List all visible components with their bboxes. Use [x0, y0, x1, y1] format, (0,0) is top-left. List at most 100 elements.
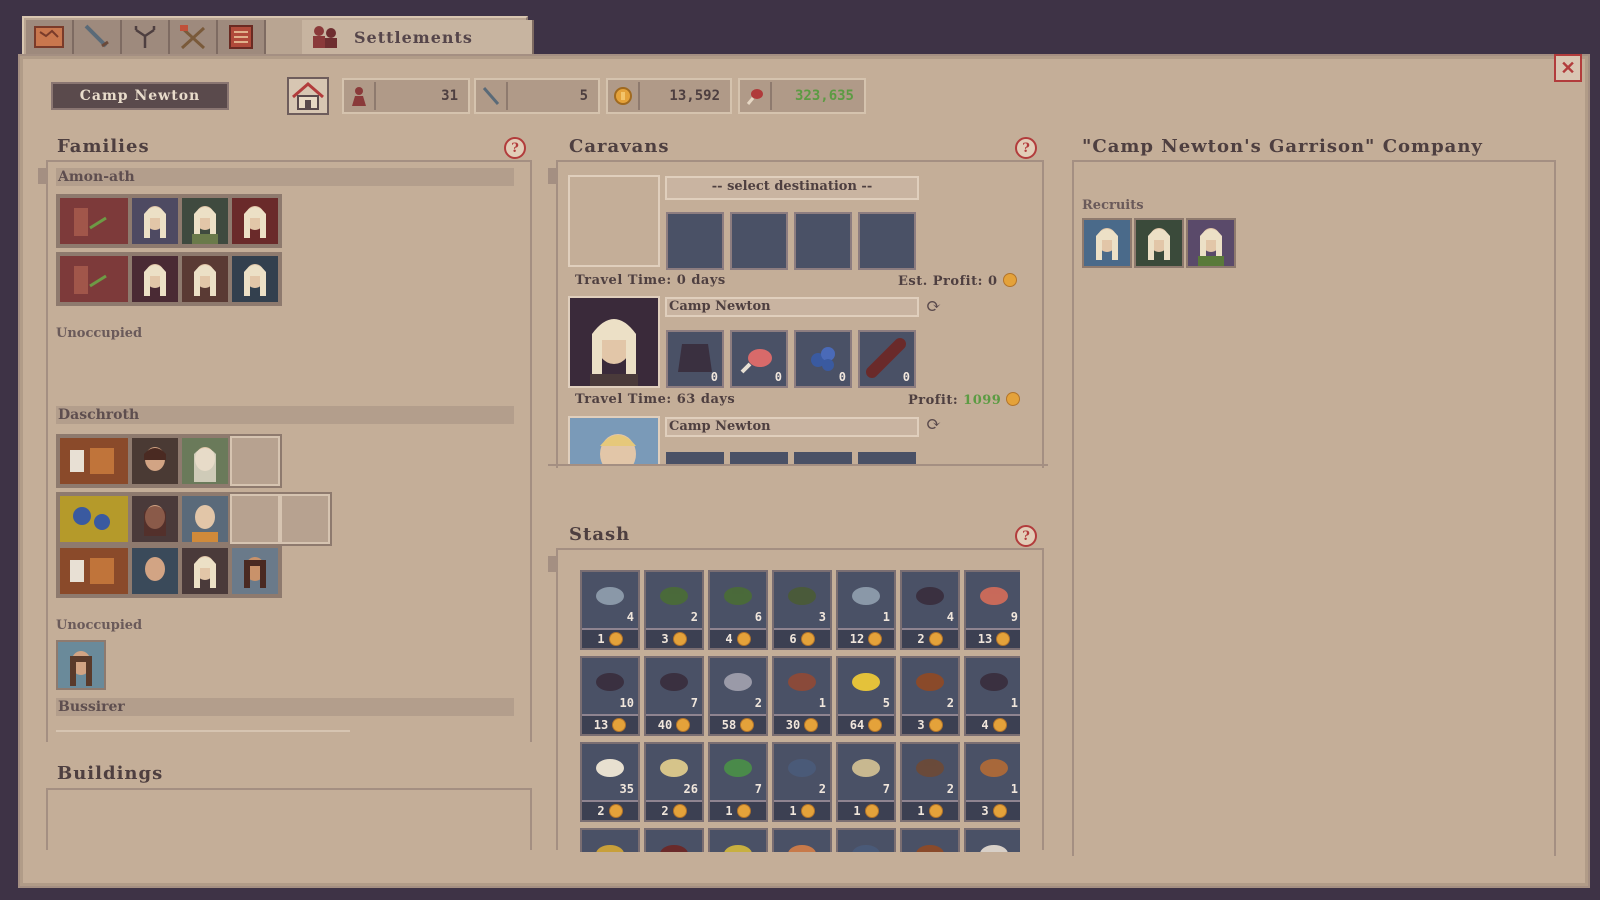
stash-item-price: 3: [902, 714, 958, 734]
stash-item[interactable]: [836, 828, 896, 852]
unoccupied-villager-portrait[interactable]: [56, 640, 106, 690]
coin-icon: [608, 632, 623, 646]
cargo-slot[interactable]: [858, 212, 916, 270]
cargo-count: 0: [838, 370, 846, 384]
settlement-name[interactable]: Camp Newton: [51, 82, 229, 110]
stash-item[interactable]: [708, 828, 768, 852]
tab-combat[interactable]: [74, 20, 122, 54]
villager-portrait[interactable]: [230, 254, 280, 304]
silver-ingot-icon: [724, 673, 752, 691]
stash-item-count: 5: [882, 696, 890, 710]
villager-portrait[interactable]: [130, 494, 180, 544]
tab-tree[interactable]: [122, 20, 170, 54]
families-scrollbar[interactable]: [38, 168, 46, 184]
villager-portrait[interactable]: [230, 546, 280, 596]
stash-item[interactable]: 10 13: [580, 656, 640, 736]
coin-icon: [992, 718, 1007, 732]
soldiers-value: 5: [579, 88, 588, 104]
cargo-slot[interactable]: 0: [858, 330, 916, 388]
villager-portrait[interactable]: [130, 546, 180, 596]
house-slot[interactable]: [58, 546, 130, 596]
house-slot[interactable]: [58, 196, 130, 246]
stash-item[interactable]: 36: [772, 570, 832, 650]
villager-portrait[interactable]: [180, 546, 230, 596]
stash-item[interactable]: 2 58: [708, 656, 768, 736]
stash-item[interactable]: [900, 828, 960, 852]
caravans-bottom-border: [548, 464, 1048, 466]
stash-item[interactable]: 41: [580, 570, 640, 650]
villager-portrait[interactable]: [130, 196, 180, 246]
recruit-portrait[interactable]: [1134, 218, 1184, 268]
empty-slot[interactable]: [230, 494, 280, 544]
cargo-slot[interactable]: [666, 212, 724, 270]
house-slot[interactable]: [58, 494, 130, 544]
empty-slot[interactable]: [280, 494, 330, 544]
stash-item[interactable]: 21: [772, 742, 832, 822]
stash-item[interactable]: 71: [836, 742, 896, 822]
recruit-portrait[interactable]: [1082, 218, 1132, 268]
stash-item[interactable]: 1 30: [772, 656, 832, 736]
cargo-slot[interactable]: [794, 212, 852, 270]
empty-slot[interactable]: [230, 436, 280, 486]
stash-item[interactable]: [644, 828, 704, 852]
stash-item[interactable]: 26 2: [644, 742, 704, 822]
villager-portrait[interactable]: [180, 494, 230, 544]
refresh-icon[interactable]: ⟳: [926, 414, 941, 435]
tab-ledger[interactable]: [218, 20, 266, 54]
cargo-slot[interactable]: 0: [666, 330, 724, 388]
rope-icon: [852, 759, 880, 777]
stash-item[interactable]: [772, 828, 832, 852]
tab-settlements[interactable]: Settlements: [302, 20, 534, 54]
fish-icon: [660, 587, 688, 605]
cargo-slot[interactable]: [858, 452, 916, 464]
families-help-button[interactable]: ?: [504, 137, 526, 159]
caravans-scrollbar[interactable]: [548, 168, 556, 184]
home-button[interactable]: [287, 77, 329, 115]
villager-portrait[interactable]: [130, 254, 180, 304]
caravan-destination[interactable]: Camp Newton: [665, 297, 919, 317]
cargo-slot[interactable]: 0: [794, 330, 852, 388]
cargo-slot[interactable]: [794, 452, 852, 464]
stash-item[interactable]: 7 40: [644, 656, 704, 736]
caravan-destination[interactable]: Camp Newton: [665, 417, 919, 437]
stash-item[interactable]: 21: [900, 742, 960, 822]
stash-item[interactable]: 5 64: [836, 656, 896, 736]
stash-item[interactable]: 42: [900, 570, 960, 650]
villager-portrait[interactable]: [180, 254, 230, 304]
stash-item[interactable]: 71: [708, 742, 768, 822]
stash-item[interactable]: 1 12: [836, 570, 896, 650]
cargo-slot[interactable]: [666, 452, 724, 464]
stash-item-price: 1: [838, 800, 894, 820]
stash-item[interactable]: 23: [644, 570, 704, 650]
stash-item[interactable]: 64: [708, 570, 768, 650]
caravan-leader-portrait[interactable]: [568, 296, 660, 388]
villager-portrait[interactable]: [230, 196, 280, 246]
cargo-slot[interactable]: [730, 212, 788, 270]
new-caravan-portrait-slot[interactable]: [568, 175, 660, 267]
caravans-help-button[interactable]: ?: [1015, 137, 1037, 159]
cargo-slot[interactable]: 0: [730, 330, 788, 388]
house-slot[interactable]: [58, 254, 130, 304]
stash-item[interactable]: 14: [964, 656, 1020, 736]
stash-scrollbar[interactable]: [548, 556, 556, 572]
caravan-leader-portrait[interactable]: [568, 416, 660, 466]
villager-portrait[interactable]: [180, 436, 230, 486]
tab-map[interactable]: [26, 20, 74, 54]
stash-help-button[interactable]: ?: [1015, 525, 1037, 547]
refresh-icon[interactable]: ⟳: [926, 296, 941, 317]
house-slot[interactable]: [58, 436, 130, 486]
stash-item-price: 1: [710, 800, 766, 820]
stash-item[interactable]: 13: [964, 742, 1020, 822]
select-destination-dropdown[interactable]: -- select destination --: [665, 176, 919, 200]
close-button[interactable]: ✕: [1554, 54, 1582, 82]
villager-portrait[interactable]: [130, 436, 180, 486]
recruit-portrait[interactable]: [1186, 218, 1236, 268]
stash-item[interactable]: 9 13: [964, 570, 1020, 650]
cargo-slot[interactable]: [730, 452, 788, 464]
stash-item[interactable]: 35 2: [580, 742, 640, 822]
tab-crafting[interactable]: [170, 20, 218, 54]
stash-item[interactable]: [964, 828, 1020, 852]
stash-item[interactable]: [580, 828, 640, 852]
stash-item[interactable]: 23: [900, 656, 960, 736]
villager-portrait[interactable]: [180, 196, 230, 246]
